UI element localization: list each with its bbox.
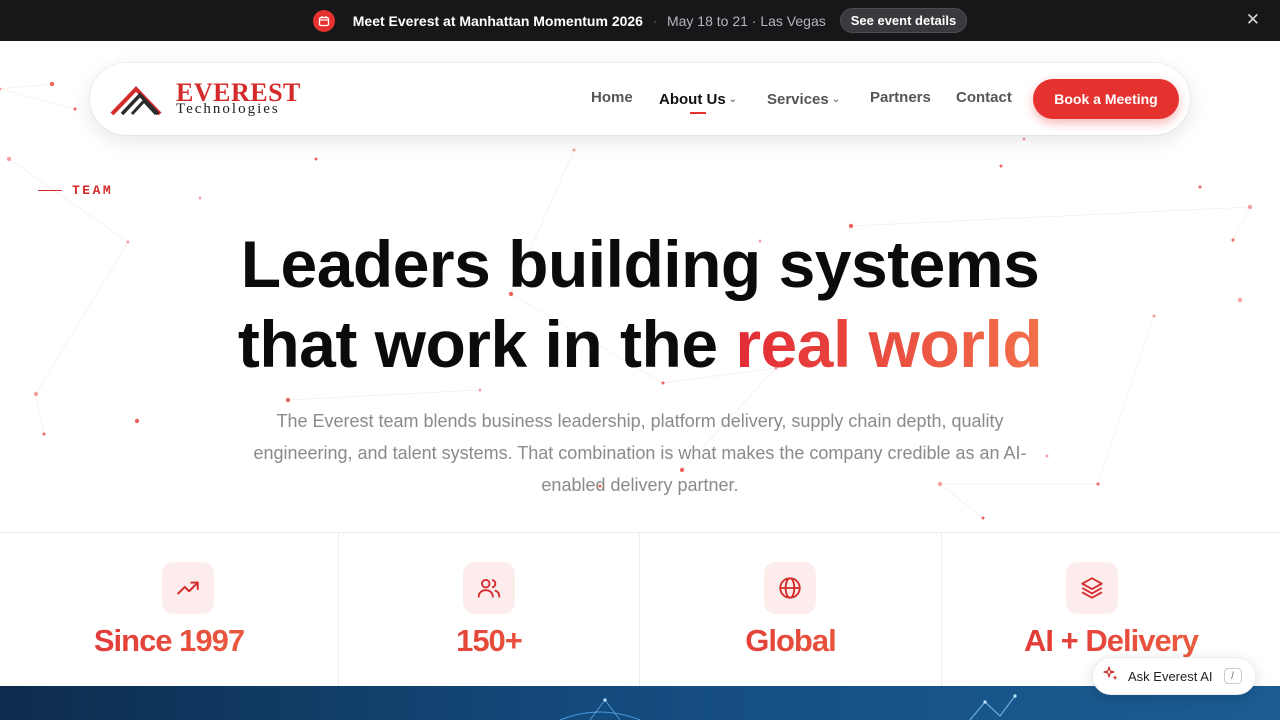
nav-contact[interactable]: Contact <box>956 89 1012 106</box>
particle-dot <box>6 156 12 162</box>
active-nav-indicator <box>690 112 706 114</box>
stat-value: Since 1997 <box>19 623 319 659</box>
particle-dot <box>285 397 291 403</box>
nav-about-us[interactable]: About Us ⌄ <box>659 91 737 108</box>
announcement-details: May 18 to 21 · Las Vegas <box>666 12 826 29</box>
particle-dot <box>1247 204 1253 210</box>
ask-everest-ai-label: Ask Everest AI <box>1128 668 1213 684</box>
globe-icon <box>764 562 816 614</box>
nav-about-us-label: About Us <box>659 91 726 108</box>
trending-up-icon <box>162 562 214 614</box>
nav-home-label: Home <box>591 89 633 106</box>
particle-dot <box>198 196 202 200</box>
close-icon[interactable]: ✕ <box>1246 11 1260 29</box>
main-navigation: EVEREST Technologies Home About Us ⌄ Ser… <box>90 63 1190 135</box>
particle-dot <box>478 388 482 392</box>
particle-dot <box>572 148 576 152</box>
stat-card-global: Global <box>640 533 942 687</box>
particle-dot <box>1198 185 1202 189</box>
particle-dot <box>73 107 77 111</box>
nav-home[interactable]: Home <box>591 89 633 106</box>
particle-dot <box>33 391 39 397</box>
nav-contact-label: Contact <box>956 89 1012 106</box>
particle-link <box>0 83 53 90</box>
chevron-down-icon: ⌄ <box>728 94 738 105</box>
book-a-meeting-button[interactable]: Book a Meeting <box>1033 79 1179 119</box>
everest-logo[interactable]: EVEREST Technologies <box>110 79 300 119</box>
particle-dot <box>0 87 2 91</box>
particle-dot <box>134 418 140 424</box>
logo-subtitle: Technologies <box>176 101 280 117</box>
calendar-icon <box>312 9 335 32</box>
hero-headline: Leaders building systems that work in th… <box>0 224 1280 384</box>
eyebrow-line <box>38 190 62 191</box>
stats-row: Since 1997 150+ Global AI + Delivery <box>0 532 1280 687</box>
stat-value: AI + Delivery <box>942 623 1280 659</box>
nav-services-label: Services <box>767 91 829 108</box>
eyebrow-label: TEAM <box>72 183 114 198</box>
sparkles-icon <box>1103 665 1119 687</box>
particle-dot <box>314 157 318 161</box>
headline-line-2: that work in the <box>237 307 736 381</box>
announcement-bar: Meet Everest at Manhattan Momentum 2026 … <box>0 0 1280 41</box>
stat-value: Global <box>640 623 941 659</box>
nav-services[interactable]: Services ⌄ <box>767 91 840 108</box>
particle-dot <box>49 81 55 87</box>
headline-accent: real world <box>735 307 1043 381</box>
stat-card-since: Since 1997 <box>0 533 339 687</box>
see-event-details-button[interactable]: See event details <box>839 8 968 33</box>
chevron-down-icon: ⌄ <box>831 94 841 105</box>
nav-partners-label: Partners <box>870 89 931 106</box>
headline-line-1: Leaders building systems <box>240 227 1040 301</box>
particle-dot <box>999 164 1003 168</box>
logo-mountain-icon <box>110 86 162 116</box>
keyboard-shortcut-badge: / <box>1223 668 1242 684</box>
ask-everest-ai-button[interactable]: Ask Everest AI / <box>1092 657 1256 695</box>
hero-description: The Everest team blends business leaders… <box>253 411 1027 495</box>
stat-value: 150+ <box>339 623 639 659</box>
stat-card-team: 150+ <box>339 533 640 687</box>
users-icon <box>463 562 515 614</box>
particle-link <box>287 389 481 401</box>
particle-dot <box>1096 482 1100 486</box>
particle-link <box>35 393 45 435</box>
particle-dot <box>42 432 46 436</box>
section-eyebrow: TEAM <box>38 183 113 198</box>
banner-network-graphic <box>559 694 1017 720</box>
next-section-banner <box>0 686 1280 720</box>
nav-partners[interactable]: Partners <box>870 89 931 106</box>
particle-dot <box>1022 137 1026 141</box>
particle-dot <box>1045 454 1049 458</box>
particle-dot <box>981 516 985 520</box>
announcement-separator: · <box>652 13 657 28</box>
layers-icon <box>1066 562 1118 614</box>
announcement-content: Meet Everest at Manhattan Momentum 2026 … <box>312 8 968 33</box>
particle-link <box>0 88 76 110</box>
announcement-title: Meet Everest at Manhattan Momentum 2026 <box>352 12 643 29</box>
